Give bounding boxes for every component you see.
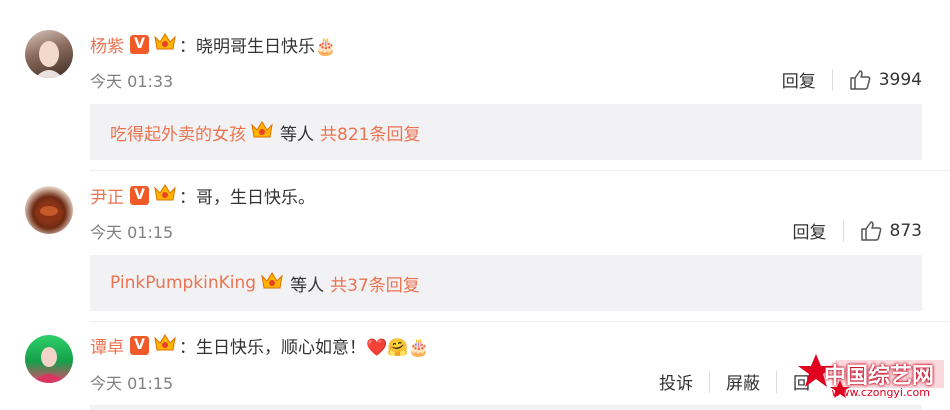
thumbs-up-icon (849, 69, 871, 90)
verified-badge-icon: V (130, 35, 149, 54)
timestamp: 今天 01:15 (90, 374, 174, 393)
separator: ： (179, 338, 196, 358)
report-button[interactable]: 投诉 (659, 369, 693, 394)
comment-header: 谭卓 V ： 生日快乐，顺心如意！❤️🤗🎂 (90, 332, 430, 359)
separator: ： (179, 37, 196, 57)
watermark-url: www.czongyi.com (831, 386, 930, 399)
reply-middle-text: 等人 (280, 124, 314, 145)
like-count: 3994 (878, 69, 922, 90)
avatar[interactable] (25, 186, 73, 234)
like-count: 873 (889, 220, 922, 241)
reply-summary[interactable]: PinkPumpkinKing 等人 共37条回复 (90, 255, 922, 311)
reply-users[interactable]: PinkPumpkinKing (110, 273, 256, 293)
separator: ： (179, 188, 196, 208)
timestamp: 今天 01:33 (90, 72, 174, 91)
crown-badge-icon (250, 119, 274, 146)
watermark-logo: 中国综艺网 www.czongyi.com (796, 350, 946, 410)
avatar[interactable] (25, 30, 73, 78)
comment-text: 晓明哥生日快乐🎂 (196, 37, 337, 57)
reply-summary[interactable]: 吃得起外卖的女孩 等人 共821条回复 (90, 104, 922, 160)
comment-header: 尹正 V ： 哥，生日快乐。 (90, 182, 315, 209)
comment-actions: 投诉 屏蔽 回 (659, 369, 810, 394)
username[interactable]: 尹正 (90, 183, 124, 208)
divider (831, 68, 833, 91)
block-button[interactable]: 屏蔽 (726, 369, 760, 394)
crown-badge-icon (153, 31, 177, 58)
comment-header: 杨紫 V ： 晓明哥生日快乐🎂 (90, 31, 336, 58)
crown-badge-icon (260, 270, 284, 297)
reply-button[interactable]: 回复 (793, 218, 827, 243)
comment-actions: 回复 3994 (782, 67, 922, 92)
like-button[interactable]: 873 (860, 220, 922, 242)
verified-badge-icon: V (130, 186, 149, 205)
user-avatar-icon (33, 347, 65, 383)
comment-actions: 回复 873 (793, 218, 922, 243)
avatar[interactable] (25, 335, 73, 383)
divider (776, 370, 777, 393)
crown-badge-icon (153, 332, 177, 359)
username[interactable]: 谭卓 (90, 333, 124, 358)
comment-text: 生日快乐，顺心如意！❤️🤗🎂 (196, 338, 430, 358)
username[interactable]: 杨紫 (90, 32, 124, 57)
reply-button[interactable]: 回复 (782, 67, 816, 92)
divider (90, 170, 950, 171)
comment-text: 哥，生日快乐。 (196, 188, 315, 208)
thumbs-up-icon (860, 220, 881, 241)
like-button[interactable]: 3994 (849, 69, 922, 91)
reply-count-link[interactable]: 共37条回复 (330, 271, 420, 296)
divider (709, 370, 710, 393)
reply-count-link[interactable]: 共821条回复 (320, 120, 420, 145)
crown-badge-icon (153, 182, 177, 209)
timestamp: 今天 01:15 (90, 223, 174, 242)
divider (90, 321, 950, 322)
verified-badge-icon: V (130, 336, 149, 355)
divider (842, 219, 844, 242)
food-avatar-icon (35, 204, 63, 222)
reply-users[interactable]: 吃得起外卖的女孩 (110, 120, 246, 145)
reply-middle-text: 等人 (290, 275, 325, 296)
user-avatar-icon (35, 41, 63, 78)
